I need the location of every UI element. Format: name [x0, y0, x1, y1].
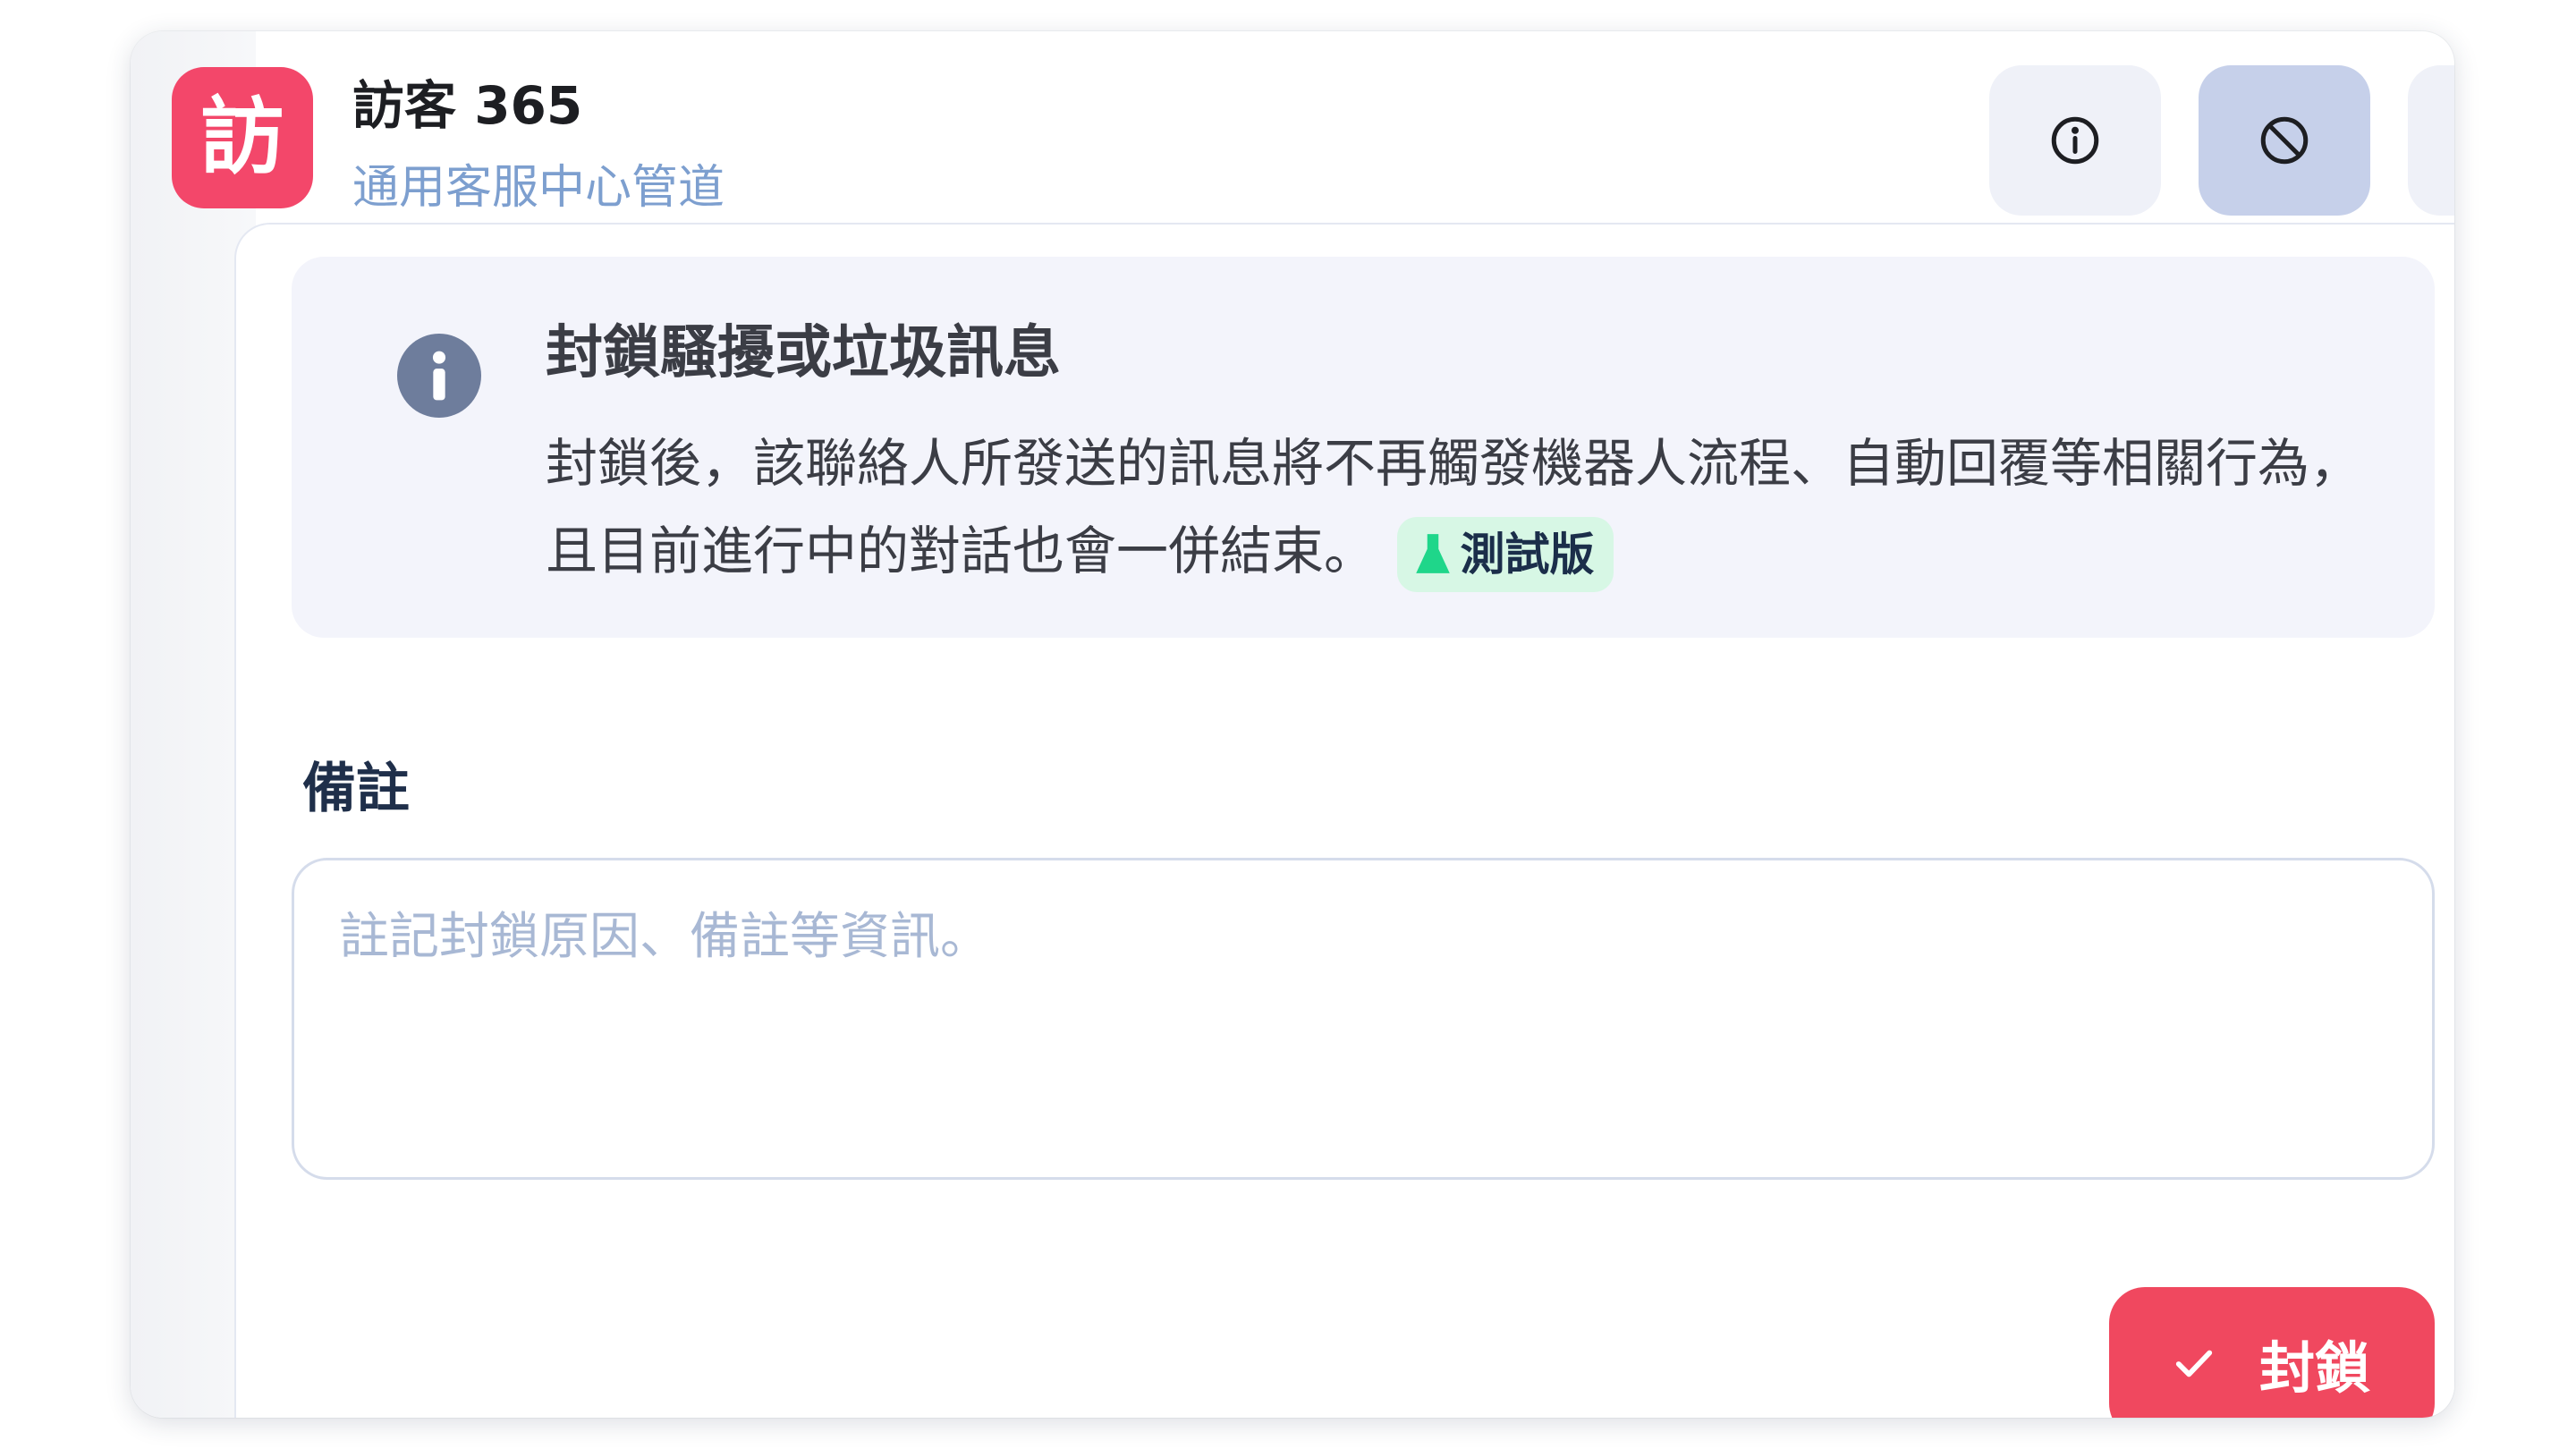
- note-label: 備註: [302, 758, 410, 820]
- notice-body: 封鎖後，該聯絡人所發送的訊息將不再觸發機器人流程、自動回覆等相關行為，且目前進行…: [546, 419, 2388, 595]
- header: 訪 訪客 365 通用客服中心管道: [131, 31, 2454, 221]
- info-notice: 封鎖騷擾或垃圾訊息 封鎖後，該聯絡人所發送的訊息將不再觸發機器人流程、自動回覆等…: [292, 257, 2435, 638]
- avatar: 訪: [172, 67, 313, 208]
- flask-icon: [1416, 533, 1451, 573]
- channel-name: 通用客服中心管道: [352, 161, 725, 215]
- info-filled-icon: [397, 334, 481, 418]
- block-button[interactable]: 封鎖: [2109, 1287, 2435, 1418]
- contact-name: 訪客 365: [352, 75, 583, 136]
- info-circle-icon: [2051, 116, 2099, 165]
- note-textarea[interactable]: [292, 858, 2435, 1180]
- beta-badge-label: 測試版: [1460, 528, 1595, 580]
- notice-title: 封鎖騷擾或垃圾訊息: [546, 320, 1061, 386]
- block-contact-window: 訪 訪客 365 通用客服中心管道 封鎖騷擾或垃圾訊息 封鎖後，該聯絡人所發送的…: [131, 31, 2454, 1418]
- conversation-button[interactable]: [2408, 65, 2454, 216]
- avatar-initial: 訪: [199, 89, 284, 186]
- block-icon: [2260, 116, 2309, 165]
- check-icon: [2175, 1350, 2213, 1377]
- block-button-label: 封鎖: [2258, 1335, 2370, 1401]
- block-tab-button[interactable]: [2199, 65, 2370, 216]
- block-panel: 封鎖騷擾或垃圾訊息 封鎖後，該聯絡人所發送的訊息將不再觸發機器人流程、自動回覆等…: [234, 223, 2454, 1418]
- contact-info-button[interactable]: [1989, 65, 2161, 216]
- beta-badge: 測試版: [1397, 516, 1614, 592]
